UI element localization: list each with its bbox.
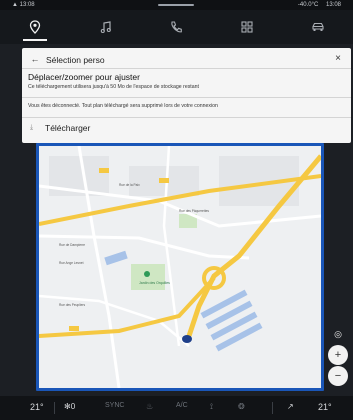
panel-title: Sélection perso xyxy=(46,55,105,65)
status-left-time: 13:08 xyxy=(19,2,35,8)
storage-info-text: Ce téléchargement utilisera jusqu'à 50 M… xyxy=(28,84,199,90)
divider xyxy=(22,97,351,98)
poi-label: Jardin des Orquilles xyxy=(139,281,170,285)
nav-tab-vehicle[interactable] xyxy=(293,10,343,44)
road-shield xyxy=(99,168,109,173)
divider xyxy=(22,117,351,118)
passenger-temperature[interactable]: 21° xyxy=(318,402,332,412)
status-left: ▲ 13:08 xyxy=(12,0,35,10)
airflow-icon[interactable]: ↗ xyxy=(287,402,294,411)
status-right: -40.0°C 13:08 xyxy=(298,0,341,10)
download-label: Télécharger xyxy=(45,123,91,133)
steering-heat-icon[interactable]: ⟟ xyxy=(210,402,213,412)
phone-icon xyxy=(171,21,183,33)
instruction-heading: Déplacer/zoomer pour ajuster xyxy=(28,72,140,82)
close-button[interactable]: × xyxy=(331,52,345,66)
separator xyxy=(272,402,273,414)
zoom-in-button[interactable]: + xyxy=(328,345,348,365)
road-shield xyxy=(69,326,79,331)
ac-button[interactable]: A/C xyxy=(176,402,188,409)
map-canvas[interactable]: Jardin des Orquilles Rue de Dampierre Ru… xyxy=(39,146,321,388)
zoom-out-button[interactable]: − xyxy=(328,366,348,386)
location-pin-icon xyxy=(30,20,41,34)
street-label: Rue de Dampierre xyxy=(59,243,85,247)
status-bar: ▲ 13:08 -40.0°C 13:08 xyxy=(0,0,353,10)
nav-tab-navigation[interactable] xyxy=(10,10,60,44)
street-label: Rue de la Paix xyxy=(119,183,140,187)
map-park xyxy=(131,264,165,290)
car-icon xyxy=(312,22,324,31)
defrost-icon[interactable]: ❂ xyxy=(238,402,245,411)
nav-tab-apps[interactable] xyxy=(222,10,272,44)
nav-tab-music[interactable] xyxy=(81,10,131,44)
download-icon: ⤓ xyxy=(30,124,34,131)
top-navigation xyxy=(0,10,353,44)
apps-grid-icon xyxy=(241,21,253,33)
fan-level: 0 xyxy=(70,402,76,411)
current-position-marker xyxy=(182,335,192,343)
separator xyxy=(54,402,55,414)
street-label: Rue Ange Lesnet xyxy=(59,261,84,265)
park-poi-icon xyxy=(144,271,150,277)
recenter-button[interactable]: ◎ xyxy=(328,327,348,341)
outside-temperature: -40.0°C xyxy=(297,2,319,8)
street-label: Rue des Pâquerettes xyxy=(179,209,209,213)
download-button[interactable]: ⤓ Télécharger xyxy=(22,119,351,139)
fan-icon: ✻ xyxy=(64,402,71,411)
seat-heat-icon[interactable]: ♨ xyxy=(146,402,153,411)
street-label: Rue des Peupliers xyxy=(59,303,85,307)
custom-selection-panel: ← Sélection perso × Déplacer/zoomer pour… xyxy=(22,48,351,143)
divider xyxy=(22,68,351,69)
sync-button[interactable]: SYNC xyxy=(105,402,124,409)
map-selection-area[interactable]: Jardin des Orquilles Rue de Dampierre Ru… xyxy=(36,143,324,391)
drawer-handle[interactable] xyxy=(158,4,194,6)
road-shield xyxy=(159,178,169,183)
climate-bar: 21° ✻0 SYNC ♨ A/C ⟟ ❂ ↗ 21° xyxy=(0,396,353,420)
clock: 13:08 xyxy=(325,2,341,8)
fan-speed-control[interactable]: ✻0 xyxy=(64,402,75,411)
notification-icon: ▲ xyxy=(12,2,18,8)
music-note-icon xyxy=(100,21,111,34)
disconnected-notice: Vous êtes déconnecté. Tout plan téléchar… xyxy=(28,103,218,109)
driver-temperature[interactable]: 21° xyxy=(30,402,44,412)
back-button[interactable]: ← xyxy=(28,52,42,66)
nav-tab-phone[interactable] xyxy=(151,10,201,44)
